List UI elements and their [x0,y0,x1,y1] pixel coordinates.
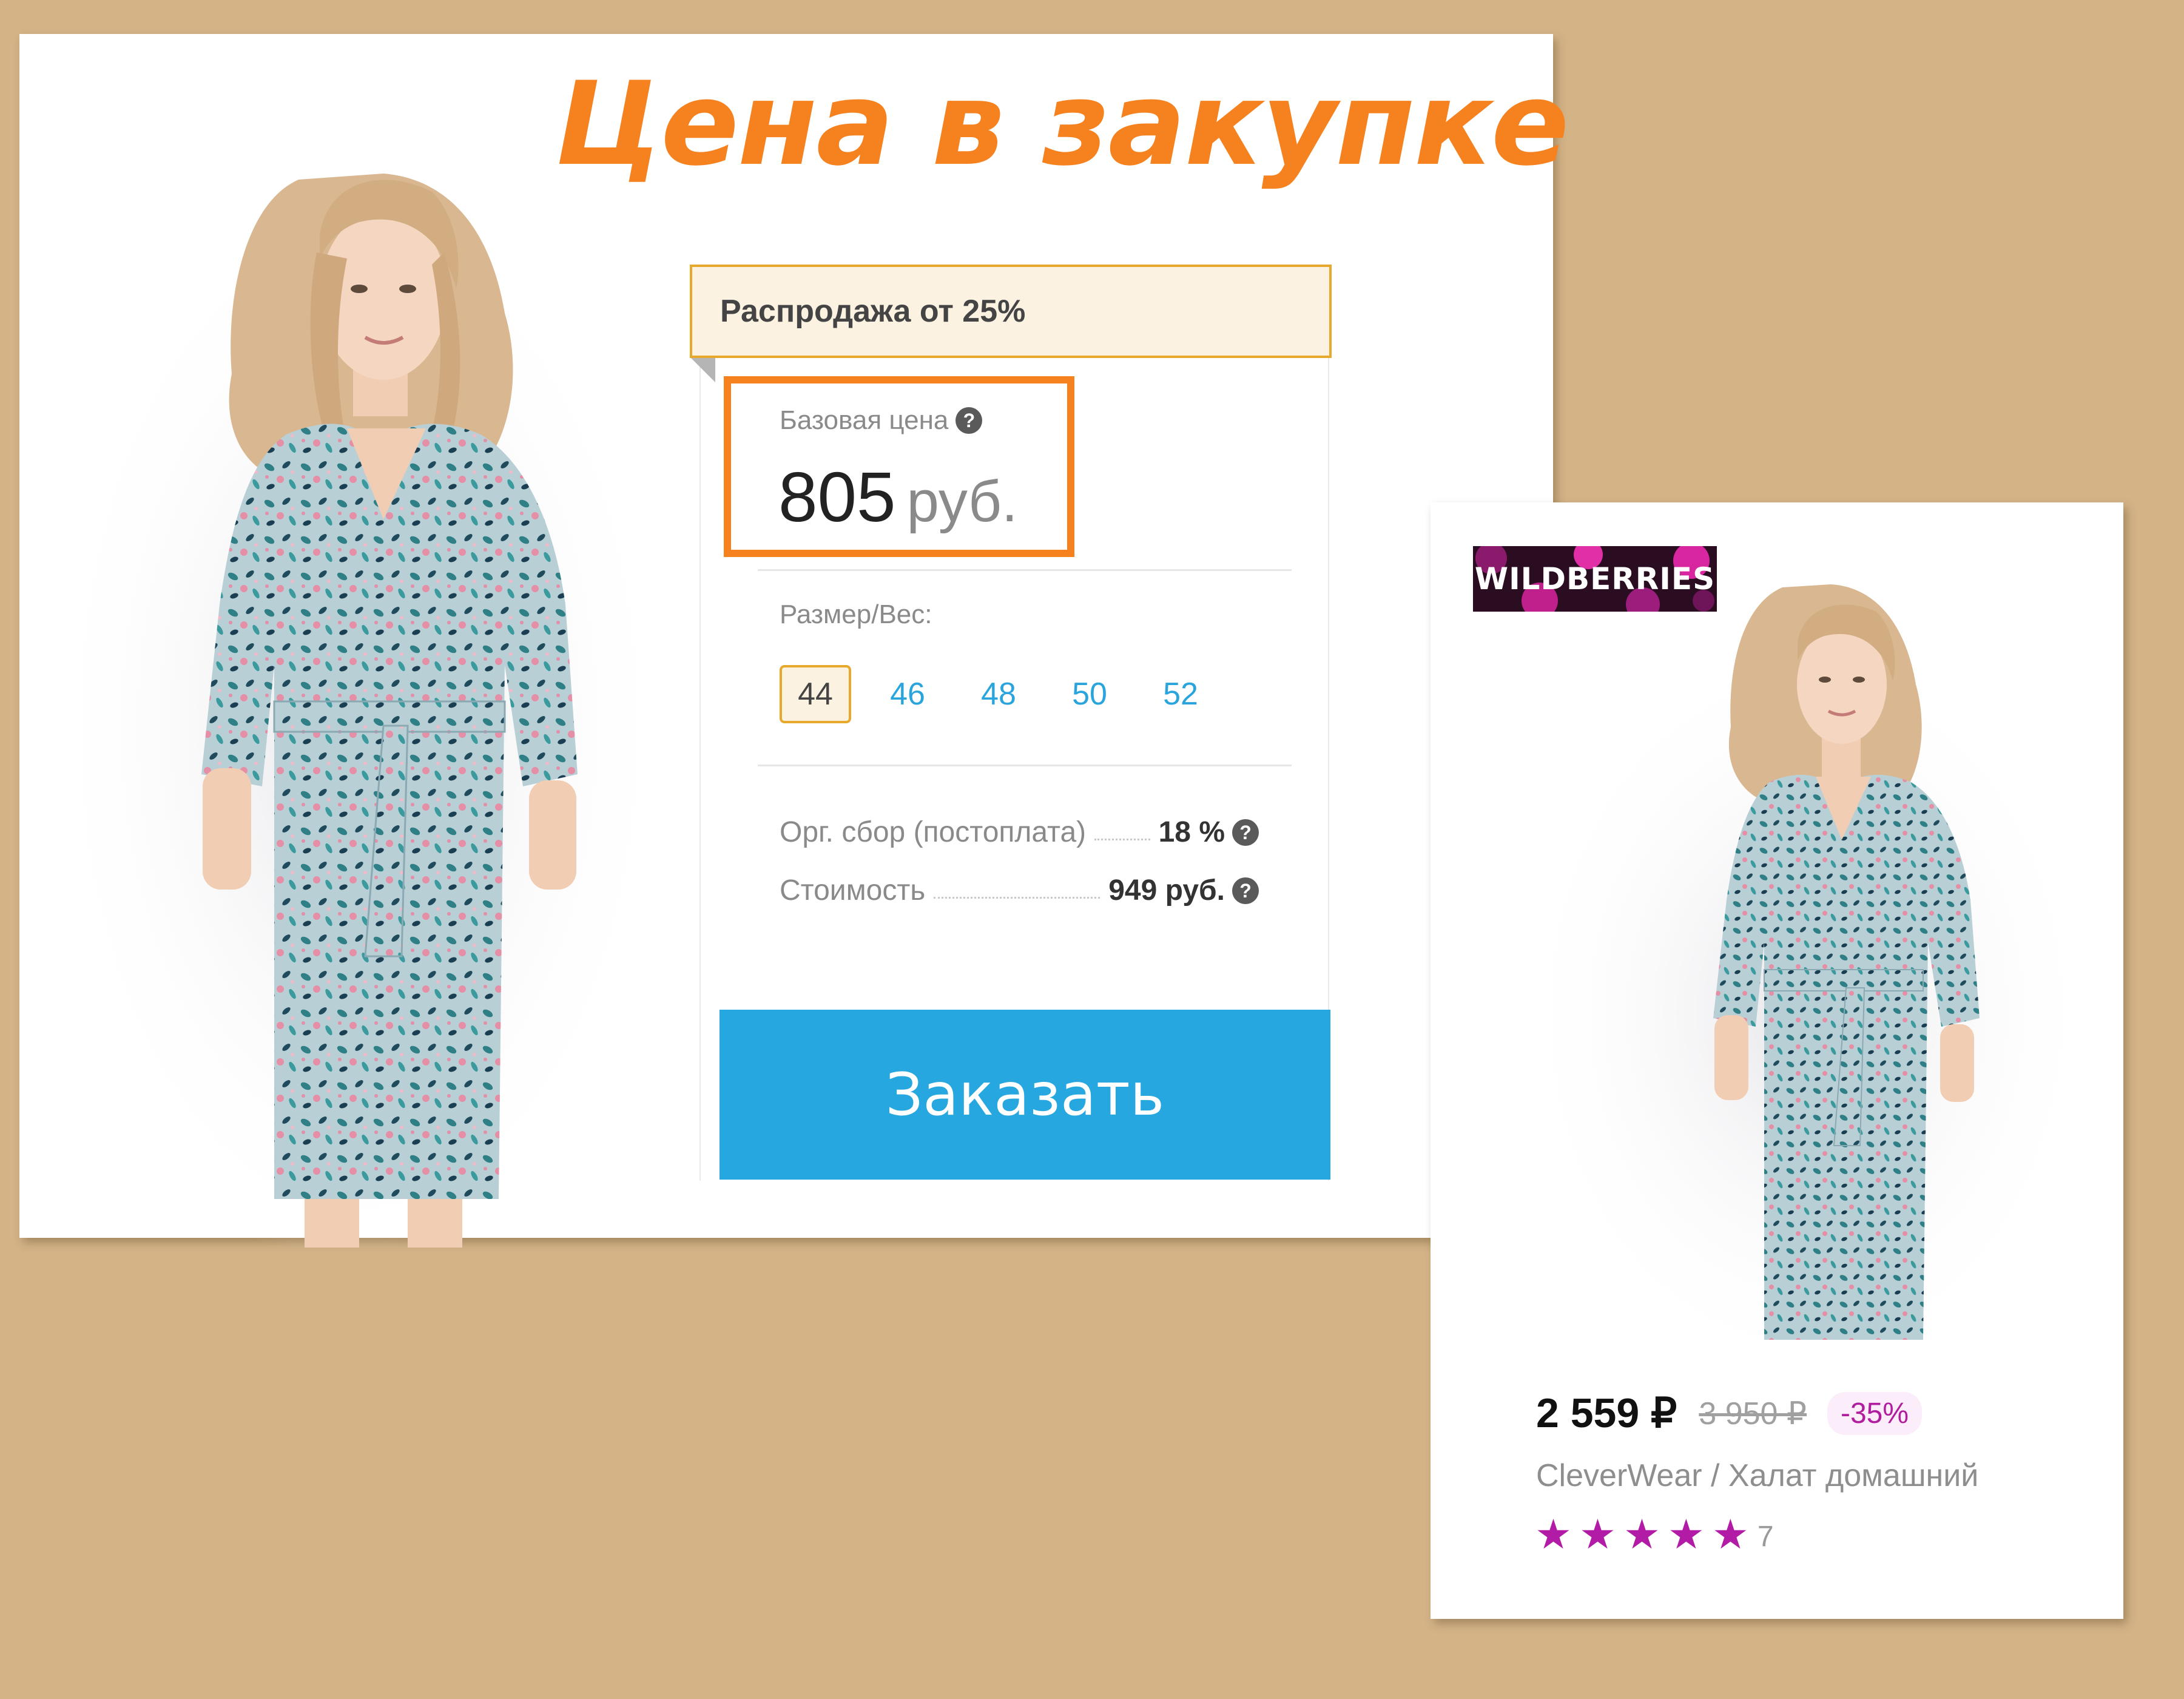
wildberries-rating: ★ ★ ★ ★ ★ 7 [1535,1515,1774,1556]
star-icon: ★ [1711,1511,1749,1559]
star-icon: ★ [1623,1511,1660,1559]
sale-banner: Распродажа от 25% [690,265,1332,358]
wildberries-card [1431,502,2123,1619]
order-button[interactable]: Заказать [720,1010,1330,1180]
org-fee-value-text: 18 % [1158,816,1225,848]
star-icon: ★ [1535,1511,1572,1559]
cost-label: Стоимость [780,874,926,907]
banner-fold [691,358,715,382]
wildberries-review-count[interactable]: 7 [1758,1520,1774,1553]
question-circle-icon[interactable]: ? [956,407,983,434]
star-icon: ★ [1667,1511,1705,1559]
base-price-label: Базовая цена ? [780,405,983,436]
size-option-48[interactable]: 48 [963,665,1034,723]
size-option-46[interactable]: 46 [872,665,943,723]
question-circle-icon[interactable]: ? [1232,819,1259,846]
size-label: Размер/Вес: [780,600,932,629]
wildberries-price: 2 559 ₽ [1536,1390,1677,1436]
cost-value: 949 руб. ? [1108,874,1259,907]
wildberries-product-photo [1515,584,2086,1376]
star-icon: ★ [1579,1511,1616,1559]
wildberries-logo-text: WILDBERRIES [1474,561,1716,596]
divider [758,765,1292,766]
wildberries-logo: WILDBERRIES [1473,546,1717,612]
org-fee-row: Орг. сбор (постоплата) 18 % ? [780,816,1259,849]
wildberries-product-title[interactable]: CleverWear / Халат домашний [1536,1457,1978,1494]
sale-banner-text: Распродажа от 25% [720,294,1026,329]
base-price-amount: 805 [778,458,896,536]
question-circle-icon[interactable]: ? [1232,877,1259,904]
wildberries-old-price: 3 950 ₽ [1699,1396,1807,1431]
base-price: 805 руб. [778,456,1018,538]
base-price-currency: руб. [906,469,1018,534]
wildberries-price-row: 2 559 ₽ 3 950 ₽ -35% [1536,1390,1923,1437]
cost-row: Стоимость 949 руб. ? [780,874,1259,907]
size-option-50[interactable]: 50 [1054,665,1125,723]
dotted-leader [1094,839,1150,840]
wildberries-discount-badge: -35% [1827,1392,1923,1435]
dotted-leader [934,897,1100,899]
divider [758,569,1292,571]
hero-title: Цена в закупке [555,57,1569,191]
cost-value-text: 949 руб. [1108,874,1225,907]
product-photo [44,174,669,1248]
size-option-44[interactable]: 44 [780,665,851,723]
size-option-52[interactable]: 52 [1145,665,1216,723]
base-price-label-text: Базовая цена [780,405,949,435]
org-fee-value: 18 % ? [1159,816,1259,849]
org-fee-label: Орг. сбор (постоплата) [780,816,1087,848]
